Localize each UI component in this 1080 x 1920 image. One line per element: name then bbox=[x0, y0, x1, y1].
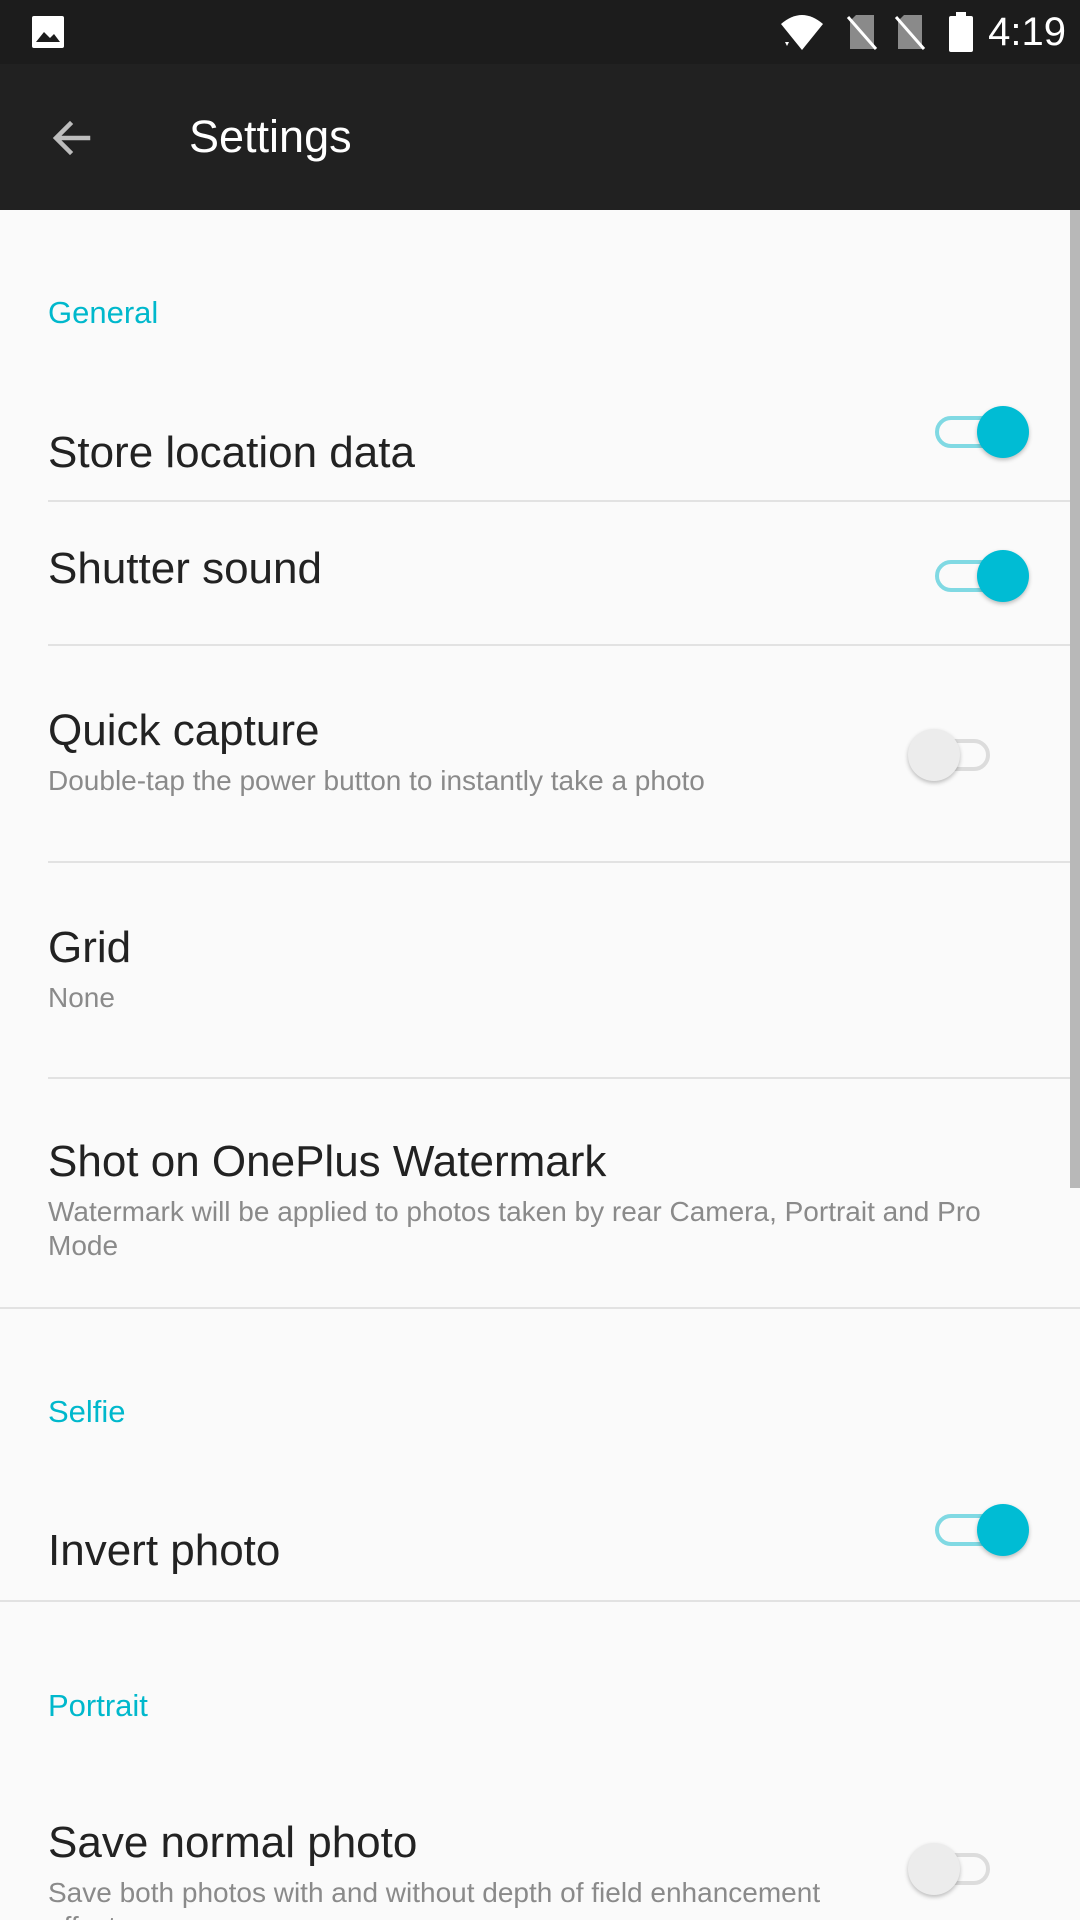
setting-title: Shutter sound bbox=[48, 544, 322, 593]
invert-photo-toggle[interactable] bbox=[921, 1500, 1029, 1560]
setting-title: Quick capture bbox=[48, 706, 320, 755]
setting-invert-photo[interactable]: Invert photo bbox=[0, 1446, 1070, 1601]
section-divider bbox=[0, 1307, 1080, 1309]
store-location-toggle[interactable] bbox=[921, 402, 1029, 462]
setting-watermark[interactable]: Shot on OnePlus Watermark Watermark will… bbox=[0, 1079, 1070, 1307]
back-button[interactable] bbox=[36, 104, 108, 176]
setting-subtitle: Watermark will be applied to photos take… bbox=[48, 1196, 981, 1261]
image-icon bbox=[28, 0, 68, 64]
status-time: 4:19 bbox=[988, 10, 1066, 54]
scrollbar[interactable] bbox=[1070, 210, 1080, 1188]
wifi-icon bbox=[778, 0, 826, 64]
section-divider bbox=[0, 1600, 1080, 1602]
section-header-selfie: Selfie bbox=[48, 1394, 126, 1429]
battery-icon bbox=[944, 0, 978, 64]
setting-value: None bbox=[48, 982, 115, 1013]
setting-title: Save normal photo bbox=[48, 1818, 418, 1867]
app-bar: Settings bbox=[0, 64, 1080, 210]
setting-store-location[interactable]: Store location data bbox=[0, 310, 1070, 510]
setting-title: Store location data bbox=[48, 428, 415, 477]
setting-title: Shot on OnePlus Watermark bbox=[48, 1137, 607, 1186]
setting-subtitle: Save both photos with and without depth … bbox=[48, 1877, 821, 1920]
save-normal-photo-toggle[interactable] bbox=[900, 1839, 1008, 1899]
setting-title: Grid bbox=[48, 923, 132, 972]
no-sim-icon bbox=[892, 0, 928, 64]
arrow-back-icon bbox=[48, 114, 96, 167]
section-header-portrait: Portrait bbox=[48, 1688, 148, 1723]
setting-shutter-sound[interactable]: Shutter sound bbox=[0, 502, 1070, 642]
settings-list[interactable]: General Store location data Shutter soun… bbox=[0, 210, 1080, 1920]
no-sim-icon bbox=[844, 0, 880, 64]
setting-grid[interactable]: Grid None bbox=[0, 863, 1070, 1077]
page-title: Settings bbox=[189, 111, 352, 162]
setting-subtitle: Double-tap the power button to instantly… bbox=[48, 765, 705, 796]
setting-title: Invert photo bbox=[48, 1526, 281, 1575]
status-bar: 4:19 bbox=[0, 0, 1080, 64]
quick-capture-toggle[interactable] bbox=[900, 725, 1008, 785]
shutter-sound-toggle[interactable] bbox=[921, 546, 1029, 606]
